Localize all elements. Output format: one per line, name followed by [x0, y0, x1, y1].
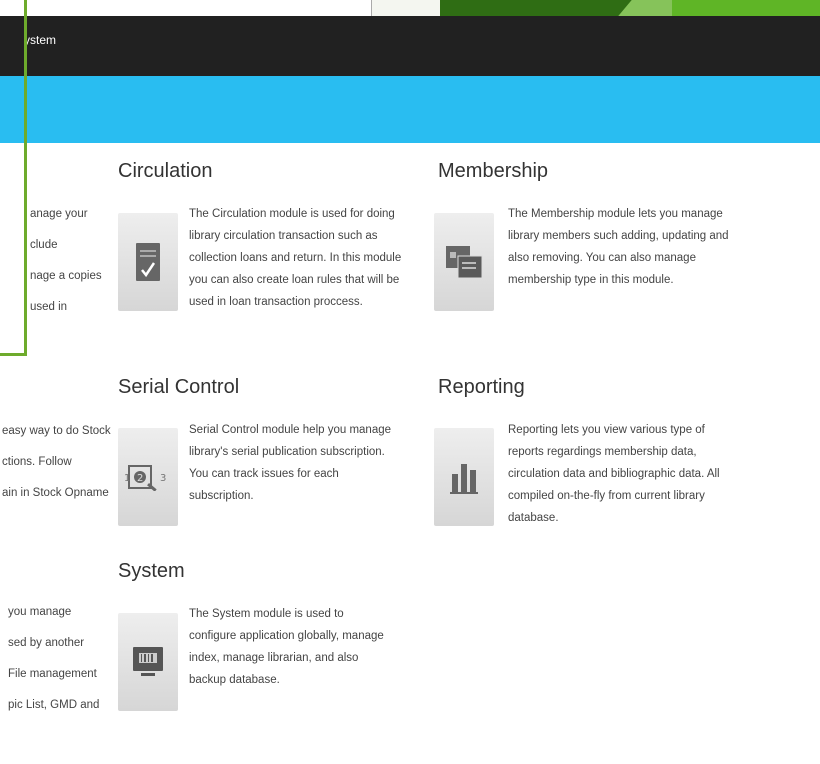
- bar-chart-icon: [450, 464, 478, 494]
- module-icon-box[interactable]: 1 2 3: [118, 428, 178, 526]
- member-cards-icon: [446, 246, 483, 279]
- module-description: The Membership module lets you manage li…: [508, 208, 729, 286]
- cutoff-line: clude: [30, 239, 58, 251]
- decoration-shape: [372, 0, 442, 16]
- cutoff-line: ain in Stock Opname: [2, 487, 109, 499]
- left-column-fragment-c: you manage sed by another File managemen…: [8, 601, 99, 716]
- cutoff-line: pic List, GMD and: [8, 699, 100, 711]
- module-system[interactable]: System The System module is used to conf…: [118, 560, 408, 720]
- cutoff-line: nage a copies: [30, 270, 102, 282]
- svg-text:1: 1: [124, 473, 130, 484]
- module-title[interactable]: Serial Control: [118, 376, 408, 399]
- cutoff-line: sed by another: [8, 637, 85, 649]
- top-decoration: [0, 0, 820, 16]
- decoration-line: [365, 0, 372, 16]
- left-column-fragment-a: anage your clude nage a copies used in: [30, 203, 102, 318]
- module-circulation[interactable]: Circulation The Circulation module is us…: [118, 160, 408, 360]
- left-column-fragment-b: easy way to do Stock ctions. Follow ain …: [2, 420, 111, 504]
- module-title[interactable]: Reporting: [438, 376, 738, 399]
- module-icon-box[interactable]: [118, 613, 178, 711]
- module-icon-box[interactable]: [434, 428, 494, 526]
- app-title: ystem: [24, 33, 57, 47]
- module-membership[interactable]: Membership The Membership module lets yo…: [434, 160, 738, 330]
- module-serial-control[interactable]: Serial Control 1 2 3 Serial Control modu…: [118, 376, 408, 536]
- svg-text:2: 2: [137, 473, 143, 484]
- module-reporting[interactable]: Reporting Reporting lets you view variou…: [434, 376, 738, 546]
- module-description: The Circulation module is used for doing…: [189, 208, 402, 308]
- module-title[interactable]: Circulation: [118, 160, 408, 183]
- module-icon-box[interactable]: [434, 213, 494, 311]
- module-title[interactable]: Membership: [438, 160, 738, 183]
- cutoff-line: you manage: [8, 606, 72, 618]
- module-icon-box[interactable]: [118, 213, 178, 311]
- cutoff-line: ctions. Follow: [2, 456, 72, 468]
- subheader-bar: [0, 76, 820, 143]
- overlay-panel-edge: [0, 0, 27, 356]
- decoration-green-band-right: [672, 0, 820, 16]
- app-header: [0, 16, 820, 76]
- serial-numbers-icon: 1 2 3: [124, 465, 166, 491]
- module-description: Serial Control module help you manage li…: [189, 424, 392, 502]
- module-description: Reporting lets you view various type of …: [508, 424, 720, 524]
- monitor-icon: [133, 647, 163, 676]
- cutoff-line: anage your: [30, 208, 88, 220]
- module-title[interactable]: System: [118, 560, 408, 583]
- cutoff-line: used in: [30, 301, 68, 313]
- checklist-icon: [136, 243, 160, 281]
- cutoff-line: easy way to do Stock: [2, 425, 111, 437]
- module-description: The System module is used to configure a…: [189, 608, 384, 686]
- svg-text:3: 3: [160, 473, 166, 484]
- cutoff-line: File management: [8, 668, 97, 680]
